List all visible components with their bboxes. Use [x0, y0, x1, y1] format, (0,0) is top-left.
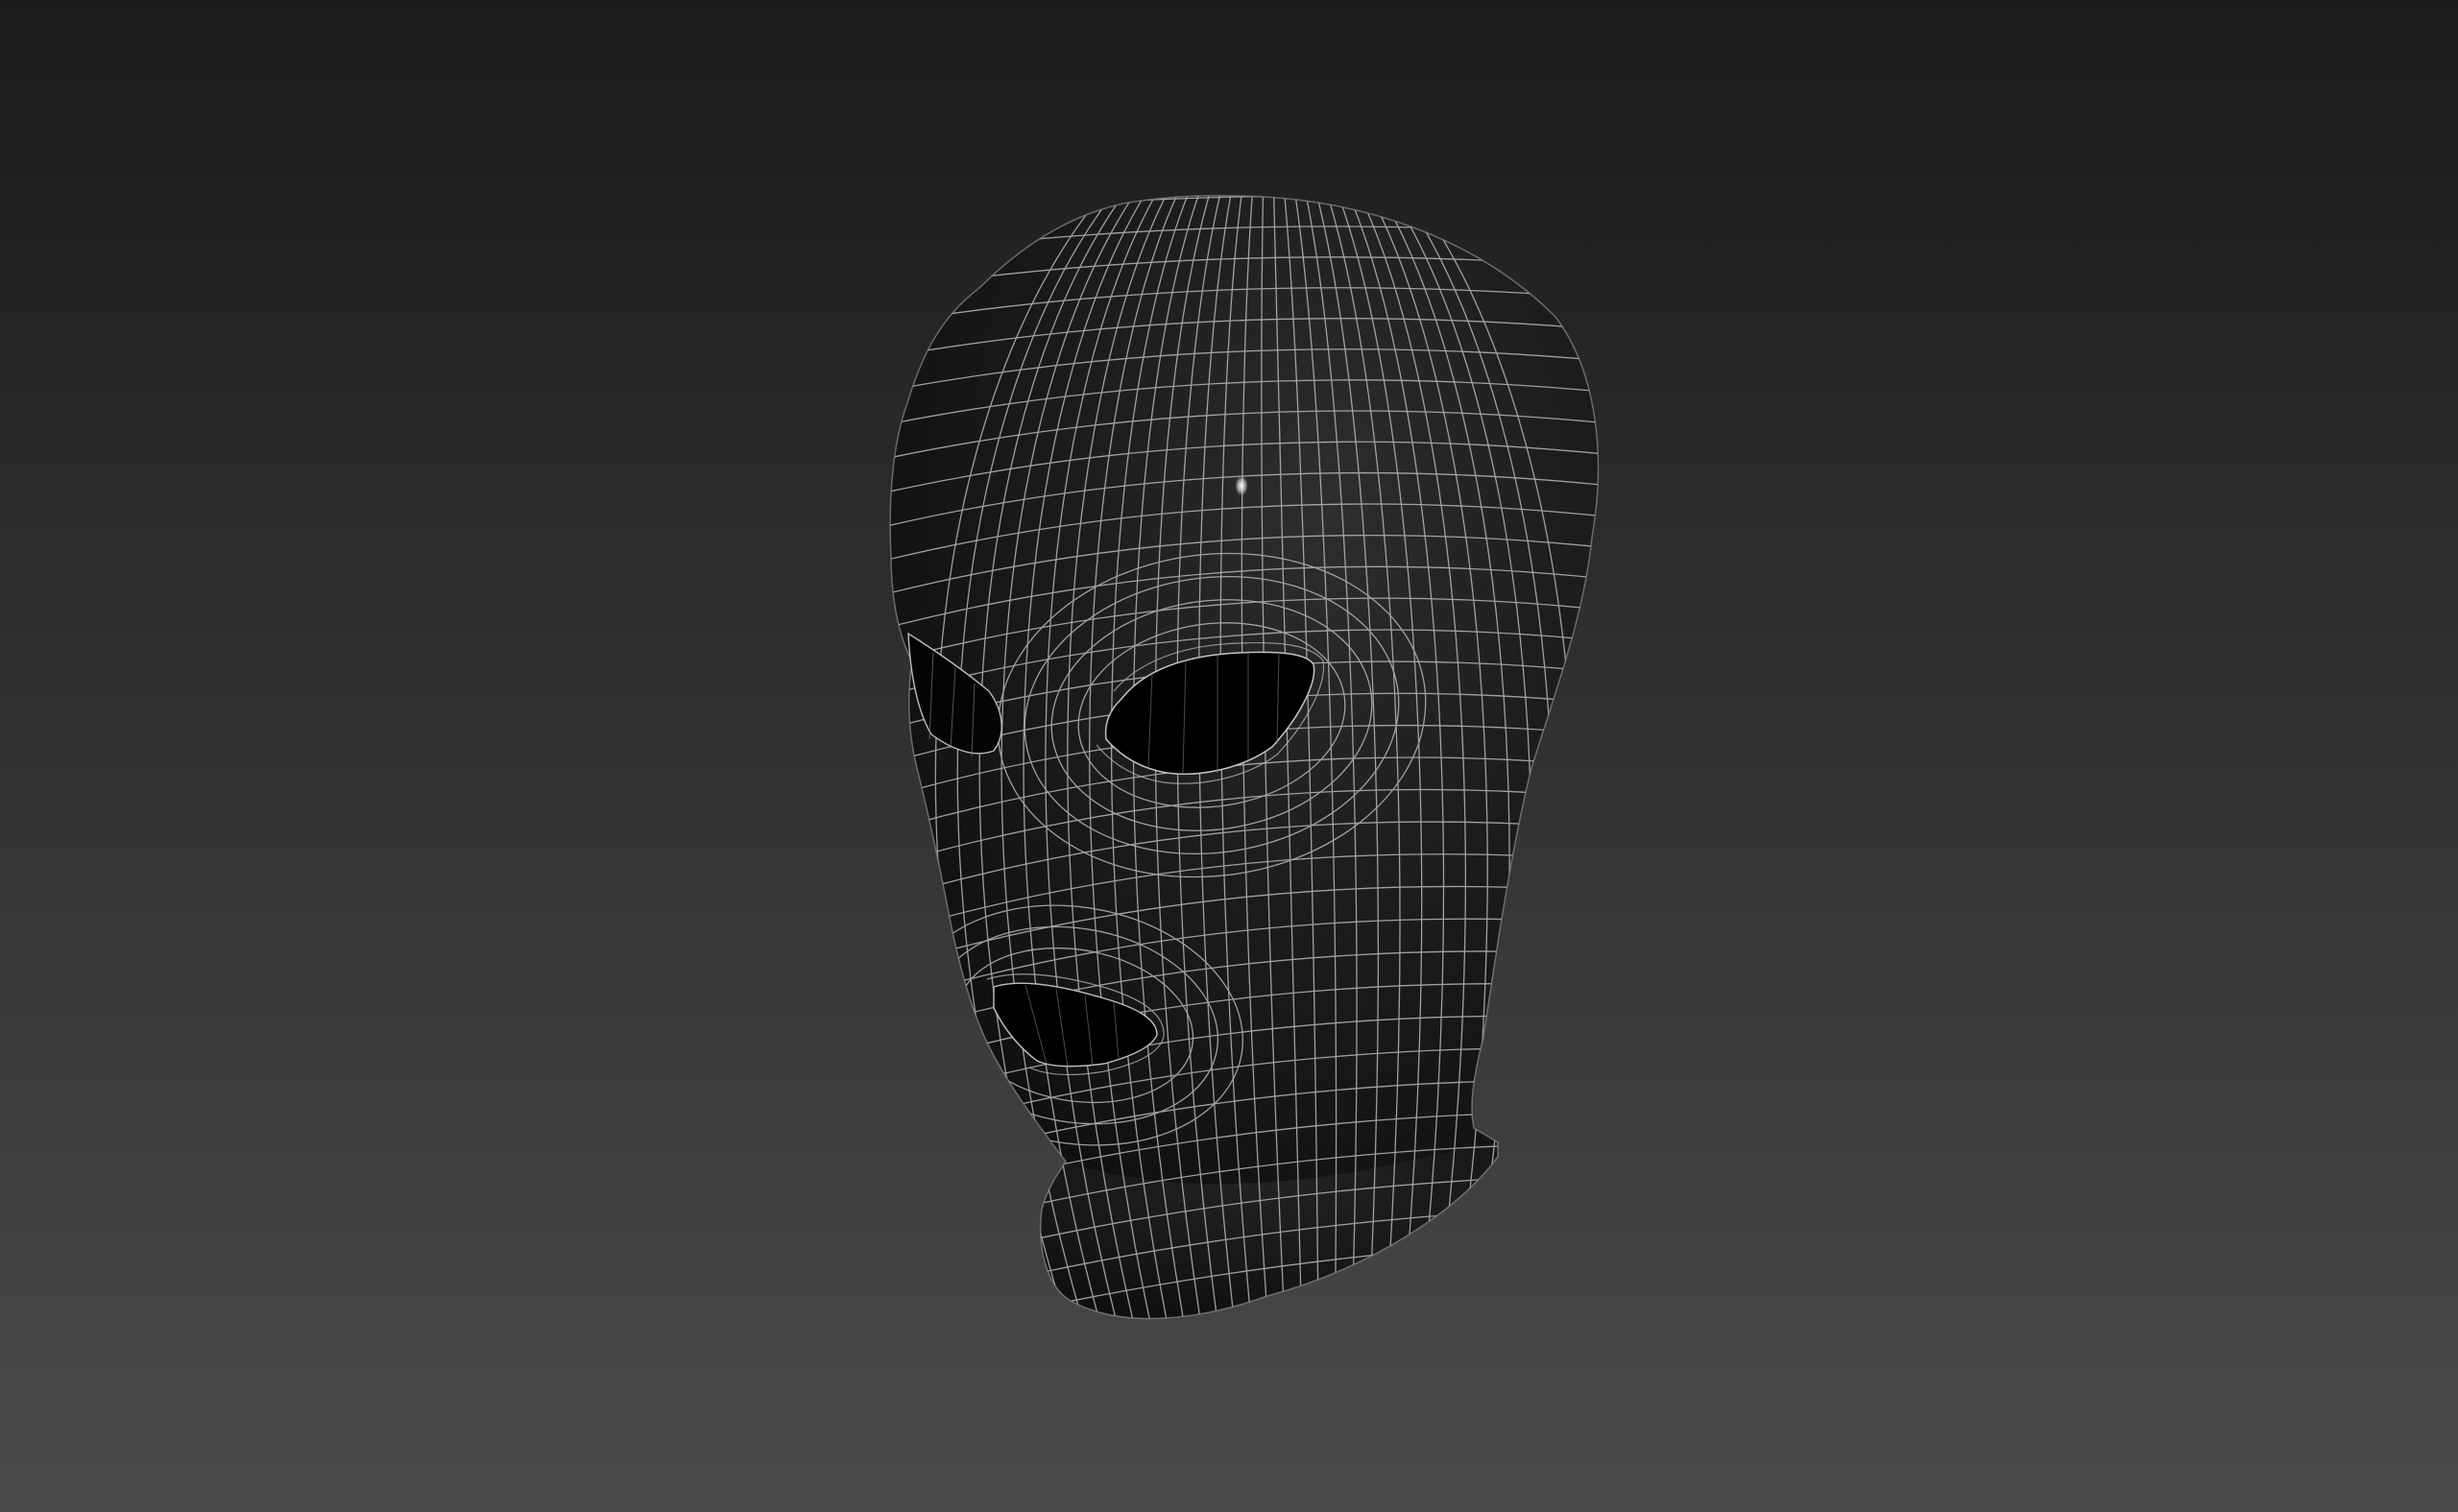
viewport-canvas[interactable]: [0, 0, 2458, 1512]
3d-viewport[interactable]: [0, 0, 2458, 1512]
specular-highlight: [1235, 475, 1248, 496]
